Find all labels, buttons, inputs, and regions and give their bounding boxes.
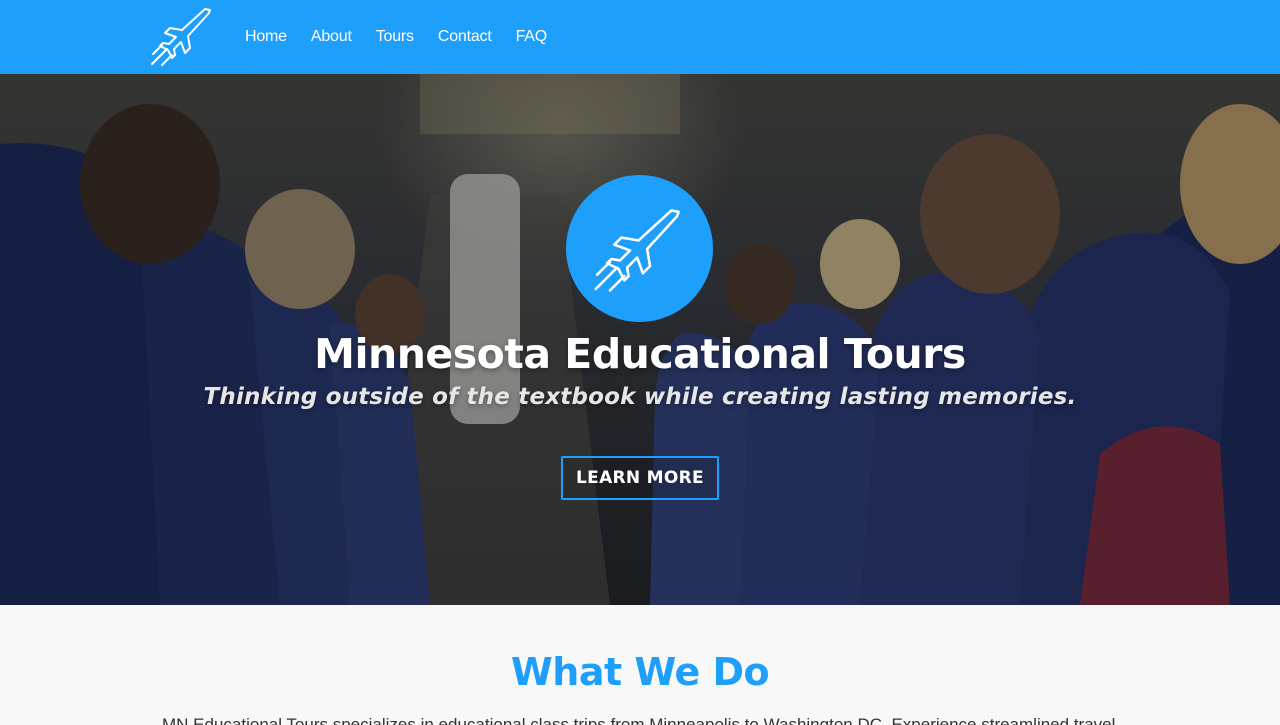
hero-section: Minnesota Educational Tours Thinking out… [0,74,1280,605]
nav-contact-link[interactable]: Contact [438,28,492,46]
learn-more-button[interactable]: LEARN MORE [561,456,719,500]
top-navbar: Home About Tours Contact FAQ [0,0,1280,74]
hero-subtitle: Thinking outside of the textbook while c… [203,384,1077,410]
what-we-do-text: MN Educational Tours specializes in educ… [162,715,1122,725]
nav-faq-link[interactable]: FAQ [516,28,548,46]
airplane-icon [593,208,680,292]
nav-home-link[interactable]: Home [245,28,287,46]
nav-links: Home About Tours Contact FAQ [245,0,571,74]
hero-title: Minnesota Educational Tours [314,330,966,378]
what-we-do-title: What We Do [510,650,770,694]
nav-about-link[interactable]: About [311,28,352,46]
airplane-icon[interactable] [148,4,218,68]
nav-tours-link[interactable]: Tours [376,28,414,46]
hero-logo-badge [566,175,713,322]
